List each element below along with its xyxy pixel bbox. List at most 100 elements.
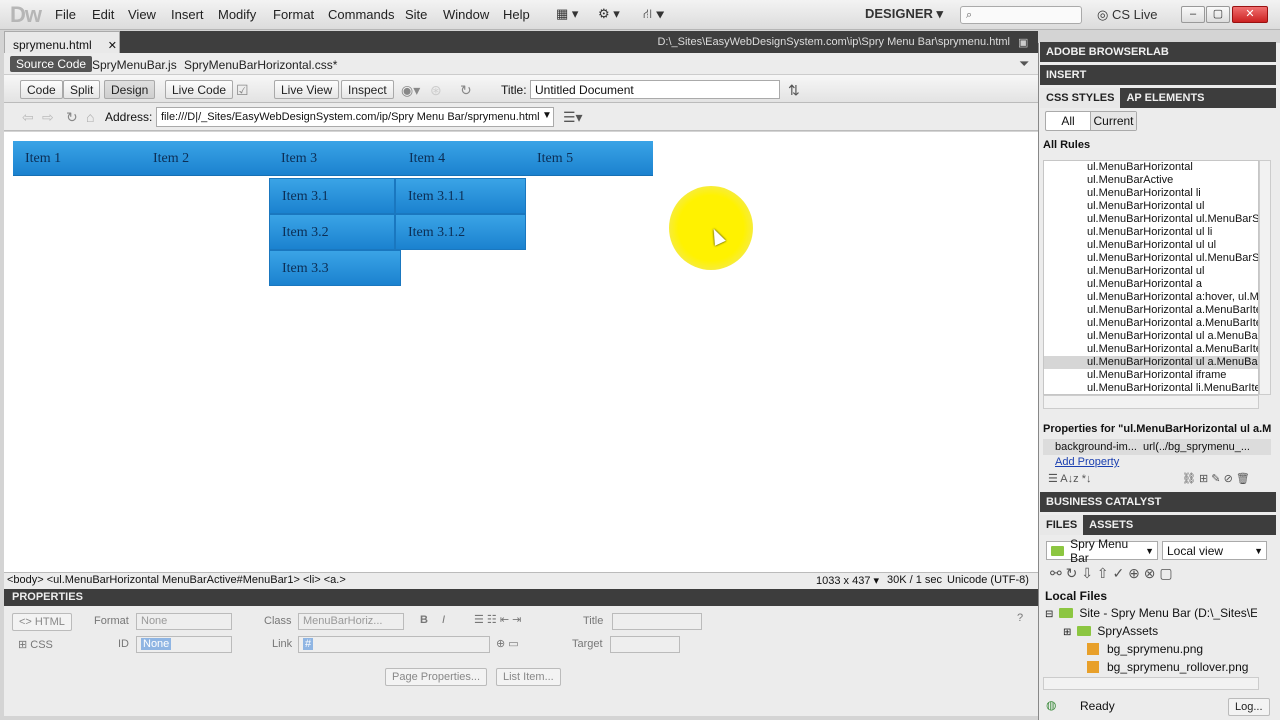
submenu-item-3-1-1[interactable]: Item 3.1.1 [395, 178, 526, 214]
css-rule[interactable]: ul.MenuBarHorizontal ul [1044, 200, 1258, 213]
business-catalyst-header[interactable]: BUSINESS CATALYST [1040, 492, 1276, 512]
inspect-button[interactable]: Inspect [341, 80, 394, 99]
css-rule[interactable]: ul.MenuBarHorizontal a:hover, ul.M [1044, 291, 1258, 304]
menu-window[interactable]: Window [443, 7, 489, 22]
site-select[interactable]: Spry Menu Bar ▼ [1046, 537, 1158, 565]
css-rules-list[interactable]: ul.MenuBarHorizontal ul.MenuBarActive ul… [1043, 160, 1259, 395]
tab-sprymenu[interactable]: sprymenu.html ✕ [4, 31, 120, 53]
title-prop-input[interactable] [612, 613, 702, 630]
css-rule[interactable]: ul.MenuBarHorizontal li [1044, 187, 1258, 200]
css-rule[interactable]: ul.MenuBarHorizontal ul a.MenuBar [1044, 330, 1258, 343]
css-rule[interactable]: ul.MenuBarHorizontal a.MenuBarIte [1044, 304, 1258, 317]
tree-folder-row[interactable]: ⊞ SpryAssets [1045, 624, 1158, 642]
tree-file-row[interactable]: bg_sprymenu_rollover.png [1045, 660, 1248, 678]
restore-icon[interactable]: ▣ [1018, 36, 1028, 49]
menu-item-4[interactable]: Item 4 [397, 141, 525, 176]
check-icon[interactable]: ☑ [236, 82, 249, 99]
site-icon[interactable]: ⛙ ▾ [643, 6, 665, 24]
css-rule[interactable]: ul.MenuBarHorizontal a [1044, 278, 1258, 291]
options-icon[interactable]: ☰▾ [563, 109, 583, 126]
point-to-file-icon[interactable]: ⊕ ▭ [496, 637, 519, 650]
window-size[interactable]: 1033 x 437 ▾ [816, 574, 879, 587]
html-button[interactable]: <> HTML [12, 613, 72, 631]
tab-assets[interactable]: ASSETS [1083, 515, 1139, 535]
browserlab-panel-header[interactable]: ADOBE BROWSERLAB [1040, 42, 1276, 62]
class-select[interactable]: MenuBarHoriz... [298, 613, 404, 630]
maximize-button[interactable]: ▢ [1206, 6, 1230, 23]
close-icon[interactable]: ✕ [108, 39, 117, 52]
related-file-css[interactable]: SpryMenuBarHorizontal.css* [184, 58, 337, 72]
css-rule[interactable]: ul.MenuBarHorizontal [1044, 161, 1258, 174]
preview-browser-icon[interactable]: ◉▾ [401, 82, 420, 99]
bold-icon[interactable]: B [420, 614, 428, 626]
code-view-button[interactable]: Code [20, 80, 63, 99]
css-rule-selected[interactable]: ul.MenuBarHorizontal ul a.MenuBar [1044, 356, 1258, 369]
css-button[interactable]: ⊞ CSS [18, 638, 53, 651]
file-management-icon[interactable]: ⇅ [788, 82, 800, 99]
property-row[interactable]: background-im... url(../bg_sprymenu_... [1043, 439, 1271, 455]
back-icon[interactable]: ⇦ [22, 109, 34, 126]
workspace-switcher[interactable]: DESIGNER ▾ [865, 6, 943, 22]
filter-icon[interactable]: ⏷ [1019, 56, 1029, 72]
home-icon[interactable]: ⌂ [86, 109, 94, 125]
reload-icon[interactable]: ↻ [66, 109, 78, 126]
submenu-item-3-2[interactable]: Item 3.2 [269, 214, 395, 250]
tag-selector[interactable]: <body> <ul.MenuBarHorizontal MenuBarActi… [7, 574, 346, 586]
tab-files[interactable]: FILES [1040, 515, 1084, 535]
css-rule[interactable]: ul.MenuBarHorizontal ul ul [1044, 239, 1258, 252]
list-item-button[interactable]: List Item... [496, 668, 561, 686]
rule-view-icons[interactable]: ☰ A↓z *↓ [1048, 472, 1091, 485]
css-rule[interactable]: ul.MenuBarActive [1044, 174, 1258, 187]
search-input[interactable]: ⌕ [960, 6, 1082, 24]
related-source-code[interactable]: Source Code [10, 56, 93, 72]
menu-item-5[interactable]: Item 5 [525, 141, 653, 176]
tree-file-row[interactable]: bg_sprymenu.png [1045, 642, 1203, 660]
menu-commands[interactable]: Commands [328, 7, 394, 22]
unordered-list-icon[interactable]: ☰ ☷ ⇤ ⇥ [474, 613, 521, 626]
link-input[interactable]: # [298, 636, 490, 653]
property-value[interactable]: url(../bg_sprymenu_... [1143, 441, 1250, 453]
menu-item-1[interactable]: Item 1 [13, 141, 141, 176]
refresh-icon[interactable]: ↻ [460, 82, 472, 99]
menu-insert[interactable]: Insert [171, 7, 204, 22]
view-select[interactable]: Local view ▼ [1162, 541, 1267, 560]
format-select[interactable]: None [136, 613, 232, 630]
menu-modify[interactable]: Modify [218, 7, 256, 22]
css-rule[interactable]: ul.MenuBarHorizontal a.MenuBarIte [1044, 317, 1258, 330]
title-input[interactable]: Untitled Document [530, 80, 780, 99]
files-toolbar-icons[interactable]: ⚯ ↻ ⇩ ⇧ ✓ ⊕ ⊗ ▢ [1050, 565, 1173, 582]
css-rule[interactable]: ul.MenuBarHorizontal a.MenuBarIte [1044, 343, 1258, 356]
related-file-js[interactable]: SpryMenuBar.js [92, 58, 177, 72]
log-button[interactable]: Log... [1228, 698, 1270, 716]
live-code-button[interactable]: Live Code [165, 80, 234, 99]
browser-check-icon[interactable]: ⊛ [430, 82, 442, 99]
menu-item-3[interactable]: Item 3 [269, 141, 397, 176]
target-select[interactable] [610, 636, 680, 653]
css-rule[interactable]: ul.MenuBarHorizontal ul li [1044, 226, 1258, 239]
menu-file[interactable]: File [55, 7, 76, 22]
submenu-item-3-1-2[interactable]: Item 3.1.2 [395, 214, 526, 250]
help-icon[interactable]: ? [1017, 612, 1023, 624]
forward-icon[interactable]: ⇨ [42, 109, 54, 126]
expand-icon[interactable]: ⊞ [1063, 627, 1071, 638]
rules-horizontal-scrollbar[interactable] [1043, 395, 1259, 409]
live-view-button[interactable]: Live View [274, 80, 340, 99]
rules-vertical-scrollbar[interactable] [1259, 160, 1271, 395]
css-rule[interactable]: ul.MenuBarHorizontal iframe [1044, 369, 1258, 382]
menu-view[interactable]: View [128, 7, 156, 22]
italic-icon[interactable]: I [442, 614, 445, 626]
tab-ap-elements[interactable]: AP ELEMENTS [1120, 88, 1210, 108]
insert-panel-header[interactable]: INSERT [1040, 65, 1276, 85]
id-select[interactable]: None [136, 636, 232, 653]
css-rule[interactable]: ul.MenuBarHorizontal li.MenuBarIte [1044, 382, 1258, 394]
layout-icon[interactable]: ▦ ▾ [556, 6, 578, 22]
submenu-item-3-3[interactable]: Item 3.3 [269, 250, 401, 286]
tab-css-styles[interactable]: CSS STYLES [1040, 88, 1121, 108]
collapse-icon[interactable]: ⊟ [1045, 609, 1053, 620]
close-window-button[interactable]: ✕ [1232, 6, 1268, 23]
page-properties-button[interactable]: Page Properties... [385, 668, 488, 686]
css-rule[interactable]: ul.MenuBarHorizontal ul.MenuBarSu [1044, 213, 1258, 226]
menu-help[interactable]: Help [503, 7, 530, 22]
cs-live[interactable]: ◎ CS Live [1097, 7, 1158, 23]
submenu-item-3-1[interactable]: Item 3.1 [269, 178, 395, 214]
